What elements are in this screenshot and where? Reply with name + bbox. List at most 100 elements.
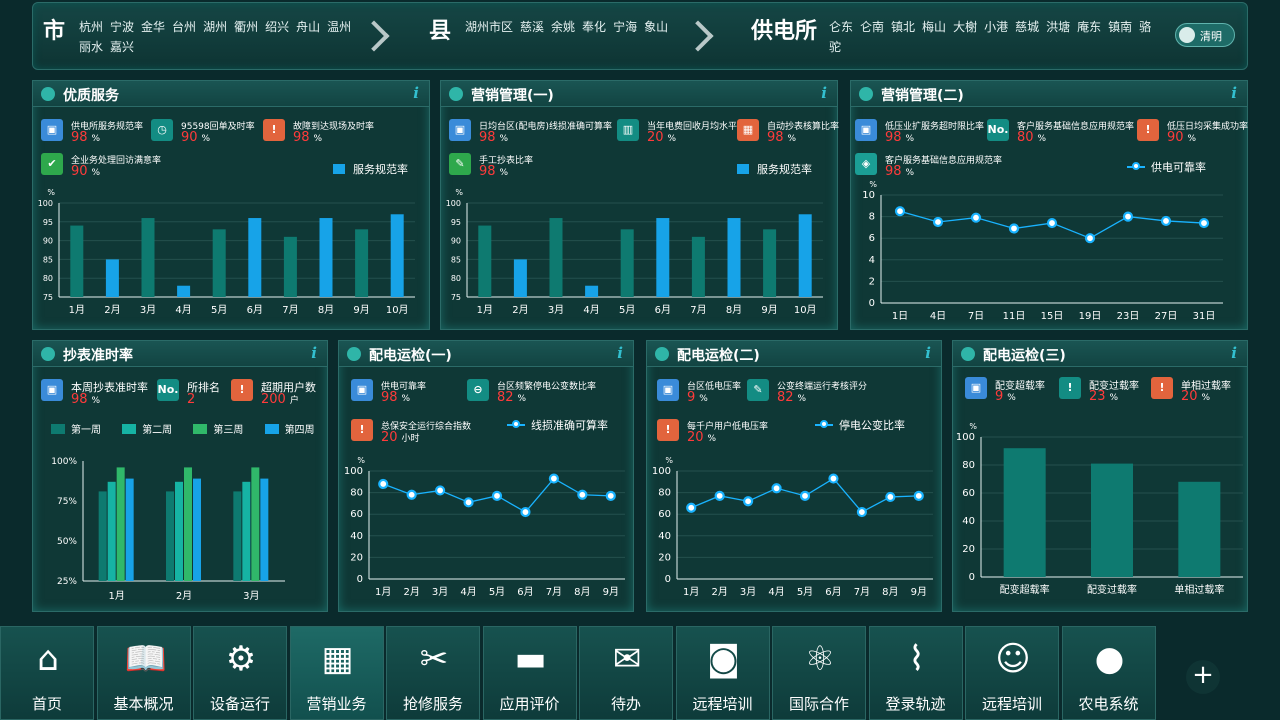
region-item[interactable]: 余姚 — [551, 20, 575, 34]
region-item[interactable]: 小港 — [984, 20, 1008, 34]
x-tick-label: 4月 — [583, 304, 599, 316]
nav-item[interactable]: ✂ 抢修服务 — [386, 626, 480, 720]
tools-icon: ✂ — [419, 639, 449, 679]
nav-label: 农电系统 — [1078, 695, 1139, 713]
region-item[interactable]: 庵东 — [1077, 20, 1101, 34]
region-item[interactable]: 梅山 — [922, 20, 946, 34]
bar — [319, 218, 333, 297]
region-item[interactable]: 奉化 — [582, 20, 606, 34]
bar — [233, 491, 242, 581]
alert-icon: ! — [263, 119, 285, 141]
add-button[interactable]: + — [1186, 660, 1220, 694]
nav-item[interactable]: ◙ 远程培训 — [675, 626, 770, 720]
nav-item[interactable]: ☺ 远程培训 — [965, 626, 1059, 720]
kpi-value: 98% — [293, 130, 323, 145]
data-point — [1122, 211, 1134, 222]
nav-item[interactable]: 📖 基本概况 — [96, 626, 191, 720]
region-item[interactable]: 慈溪 — [520, 20, 544, 34]
region-item[interactable]: 象山 — [644, 20, 668, 34]
region-item[interactable]: 温州 — [327, 20, 351, 34]
region-item[interactable]: 衢州 — [234, 20, 258, 34]
cube-icon: ▣ — [351, 379, 373, 401]
info-icon[interactable]: i — [617, 344, 623, 362]
county-list: 湖州市区 慈溪 余姚 奉化 宁海 象山 — [465, 17, 705, 37]
flag-icon — [961, 347, 975, 361]
y-tick-label: 80 — [451, 274, 461, 283]
bar-chart-overload: %100 80 60 40 20 0 配变超载率 配变过载率 单相过载率 — [956, 423, 1243, 596]
panel-distribution-2: 配电运检(二) i ▣ 台区低电压率 9% ✎ 公变终端运行考核评分 82% ! 每千户用户… — [646, 340, 942, 612]
region-item[interactable]: 湖州 — [203, 20, 227, 34]
region-item[interactable]: 镇北 — [891, 20, 915, 34]
y-tick-label: 10 — [862, 190, 875, 201]
info-icon[interactable]: i — [311, 344, 317, 362]
bar — [107, 481, 116, 581]
bar — [184, 467, 192, 581]
info-icon[interactable]: i — [925, 344, 931, 362]
nav-item[interactable]: ⚙ 设备运行 — [193, 626, 287, 720]
y-tick-label: 20 — [962, 544, 975, 555]
station-list: 仑东 仑南 镇北 梅山 大榭 小港 慈城 洪塘 庵东 镇南 骆驼 — [829, 17, 1169, 57]
x-tick-label: 6月 — [825, 586, 841, 598]
panel-title: 配电运检(三) — [983, 348, 1066, 364]
nav-item[interactable]: ● 农电系统 — [1061, 626, 1156, 720]
y-tick-label: 95 — [451, 218, 461, 227]
y-tick-label: 95 — [43, 218, 53, 227]
info-icon[interactable]: i — [1231, 84, 1237, 102]
region-item[interactable]: 杭州 — [79, 20, 103, 34]
nav-label: 营销业务 — [306, 695, 367, 713]
region-item[interactable]: 台州 — [172, 20, 196, 34]
x-tick-label: 配变超载率 — [1000, 583, 1050, 596]
y-axis-unit: % — [969, 423, 977, 431]
nav-item[interactable]: ⌂ 首页 — [0, 626, 94, 720]
kpi-value: 98% — [885, 164, 915, 179]
x-tick-label: 3月 — [740, 586, 756, 598]
region-item[interactable]: 绍兴 — [265, 20, 289, 34]
y-tick-label: 50% — [57, 537, 77, 547]
region-item[interactable]: 舟山 — [296, 20, 320, 34]
info-icon[interactable]: i — [413, 84, 419, 102]
region-item[interactable]: 宁波 — [110, 20, 134, 34]
bar — [1178, 481, 1221, 577]
data-point — [378, 478, 389, 490]
theme-toggle[interactable]: 清明 — [1175, 23, 1235, 47]
y-tick-label: 100 — [344, 466, 363, 477]
nav-item[interactable]: ▬ 应用评价 — [482, 626, 577, 720]
kpi-value: 20% — [687, 430, 717, 445]
nav-item[interactable]: ⌇ 登录轨迹 — [868, 626, 963, 720]
region-item[interactable]: 洪塘 — [1046, 20, 1070, 34]
x-tick-label: 8月 — [318, 304, 334, 316]
level-station-label: 供电所 — [751, 19, 818, 44]
region-item[interactable]: 慈城 — [1015, 20, 1039, 34]
x-tick-label: 1月 — [108, 590, 124, 602]
y-tick-label: 60 — [658, 509, 671, 520]
region-item[interactable]: 宁海 — [613, 20, 637, 34]
info-icon[interactable]: i — [821, 84, 827, 102]
y-tick-label: 20 — [658, 552, 671, 563]
y-tick-label: 40 — [350, 531, 363, 542]
x-tick-label: 5月 — [489, 586, 505, 598]
region-item[interactable]: 大榭 — [953, 20, 977, 34]
x-tick-label: 1月 — [683, 586, 699, 598]
nav-item[interactable]: ✉ 待办 — [579, 626, 673, 720]
alert-icon: ! — [657, 419, 679, 441]
region-item[interactable]: 仑东 — [829, 20, 853, 34]
kpi-value: 98% — [71, 130, 101, 145]
bar — [585, 285, 599, 297]
bar — [125, 478, 134, 581]
clock-icon: ◷ — [151, 119, 173, 141]
nav-item[interactable]: ⚛ 国际合作 — [772, 626, 866, 720]
region-item[interactable]: 金华 — [141, 20, 165, 34]
region-item[interactable]: 仑南 — [860, 20, 884, 34]
x-tick-label: 6月 — [655, 304, 671, 316]
kpi-value: 20% — [1181, 389, 1211, 404]
info-icon[interactable]: i — [1231, 344, 1237, 362]
y-tick-label: 0 — [969, 572, 975, 583]
y-tick-label: 100 — [38, 199, 53, 208]
region-item[interactable]: 丽水 — [79, 40, 103, 54]
kpi-value: 98% — [767, 130, 797, 145]
region-item[interactable]: 镇南 — [1108, 20, 1132, 34]
region-item[interactable]: 湖州市区 — [465, 20, 513, 34]
region-item[interactable]: 嘉兴 — [110, 40, 134, 54]
nav-item[interactable]: ▦ 营销业务 — [289, 626, 384, 720]
cube-icon: ▣ — [449, 119, 471, 141]
